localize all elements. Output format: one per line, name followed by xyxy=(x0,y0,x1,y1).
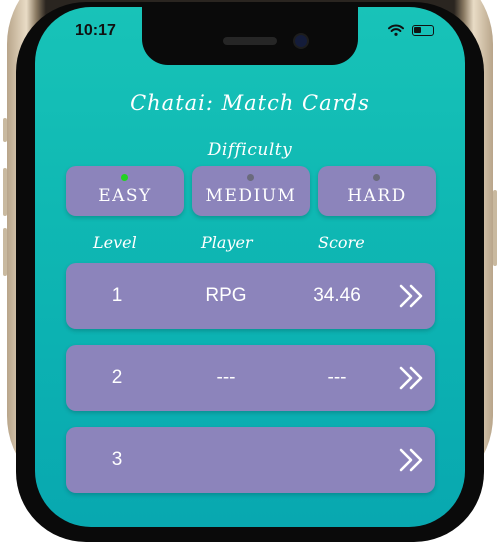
difficulty-option-label: HARD xyxy=(347,186,407,206)
level-row-1[interactable]: 1 RPG 34.46 xyxy=(66,263,435,329)
status-icons xyxy=(388,24,434,36)
level-cell: 1 xyxy=(111,285,123,306)
speaker-grille xyxy=(223,37,277,45)
level-cell: 3 xyxy=(111,449,123,470)
phone-side-button xyxy=(3,118,7,142)
player-cell: RPG xyxy=(205,285,247,306)
difficulty-medium-button[interactable]: MEDIUM xyxy=(192,166,310,216)
double-chevron-right-icon[interactable] xyxy=(397,281,427,311)
difficulty-label: Difficulty xyxy=(207,140,293,160)
column-header-level: Level xyxy=(93,233,137,252)
unselected-indicator-dot xyxy=(247,174,254,181)
level-cell: 2 xyxy=(111,367,123,388)
difficulty-option-label: MEDIUM xyxy=(205,186,297,206)
wifi-icon xyxy=(388,24,404,36)
camera-icon xyxy=(295,35,307,47)
double-chevron-right-icon[interactable] xyxy=(397,363,427,393)
phone-side-button xyxy=(493,190,497,266)
notch xyxy=(142,7,358,65)
status-time: 10:17 xyxy=(75,22,116,39)
column-header-player: Player xyxy=(201,233,253,252)
unselected-indicator-dot xyxy=(373,174,380,181)
app-screen: 10:17 Chatai: Match Cards Difficulty EAS… xyxy=(35,7,465,527)
column-header-score: Score xyxy=(318,233,365,252)
score-cell: 34.46 xyxy=(313,285,361,306)
phone-side-button xyxy=(3,168,7,216)
difficulty-option-label: EASY xyxy=(98,186,152,206)
selected-indicator-dot xyxy=(121,174,128,181)
player-cell: --- xyxy=(216,367,236,388)
app-title: Chatai: Match Cards xyxy=(130,91,370,115)
difficulty-hard-button[interactable]: HARD xyxy=(318,166,436,216)
battery-icon xyxy=(412,24,434,36)
level-row-3[interactable]: 3 xyxy=(66,427,435,493)
double-chevron-right-icon[interactable] xyxy=(397,445,427,475)
level-row-2[interactable]: 2 --- --- xyxy=(66,345,435,411)
difficulty-easy-button[interactable]: EASY xyxy=(66,166,184,216)
score-cell: --- xyxy=(327,367,347,388)
phone-side-button xyxy=(3,228,7,276)
